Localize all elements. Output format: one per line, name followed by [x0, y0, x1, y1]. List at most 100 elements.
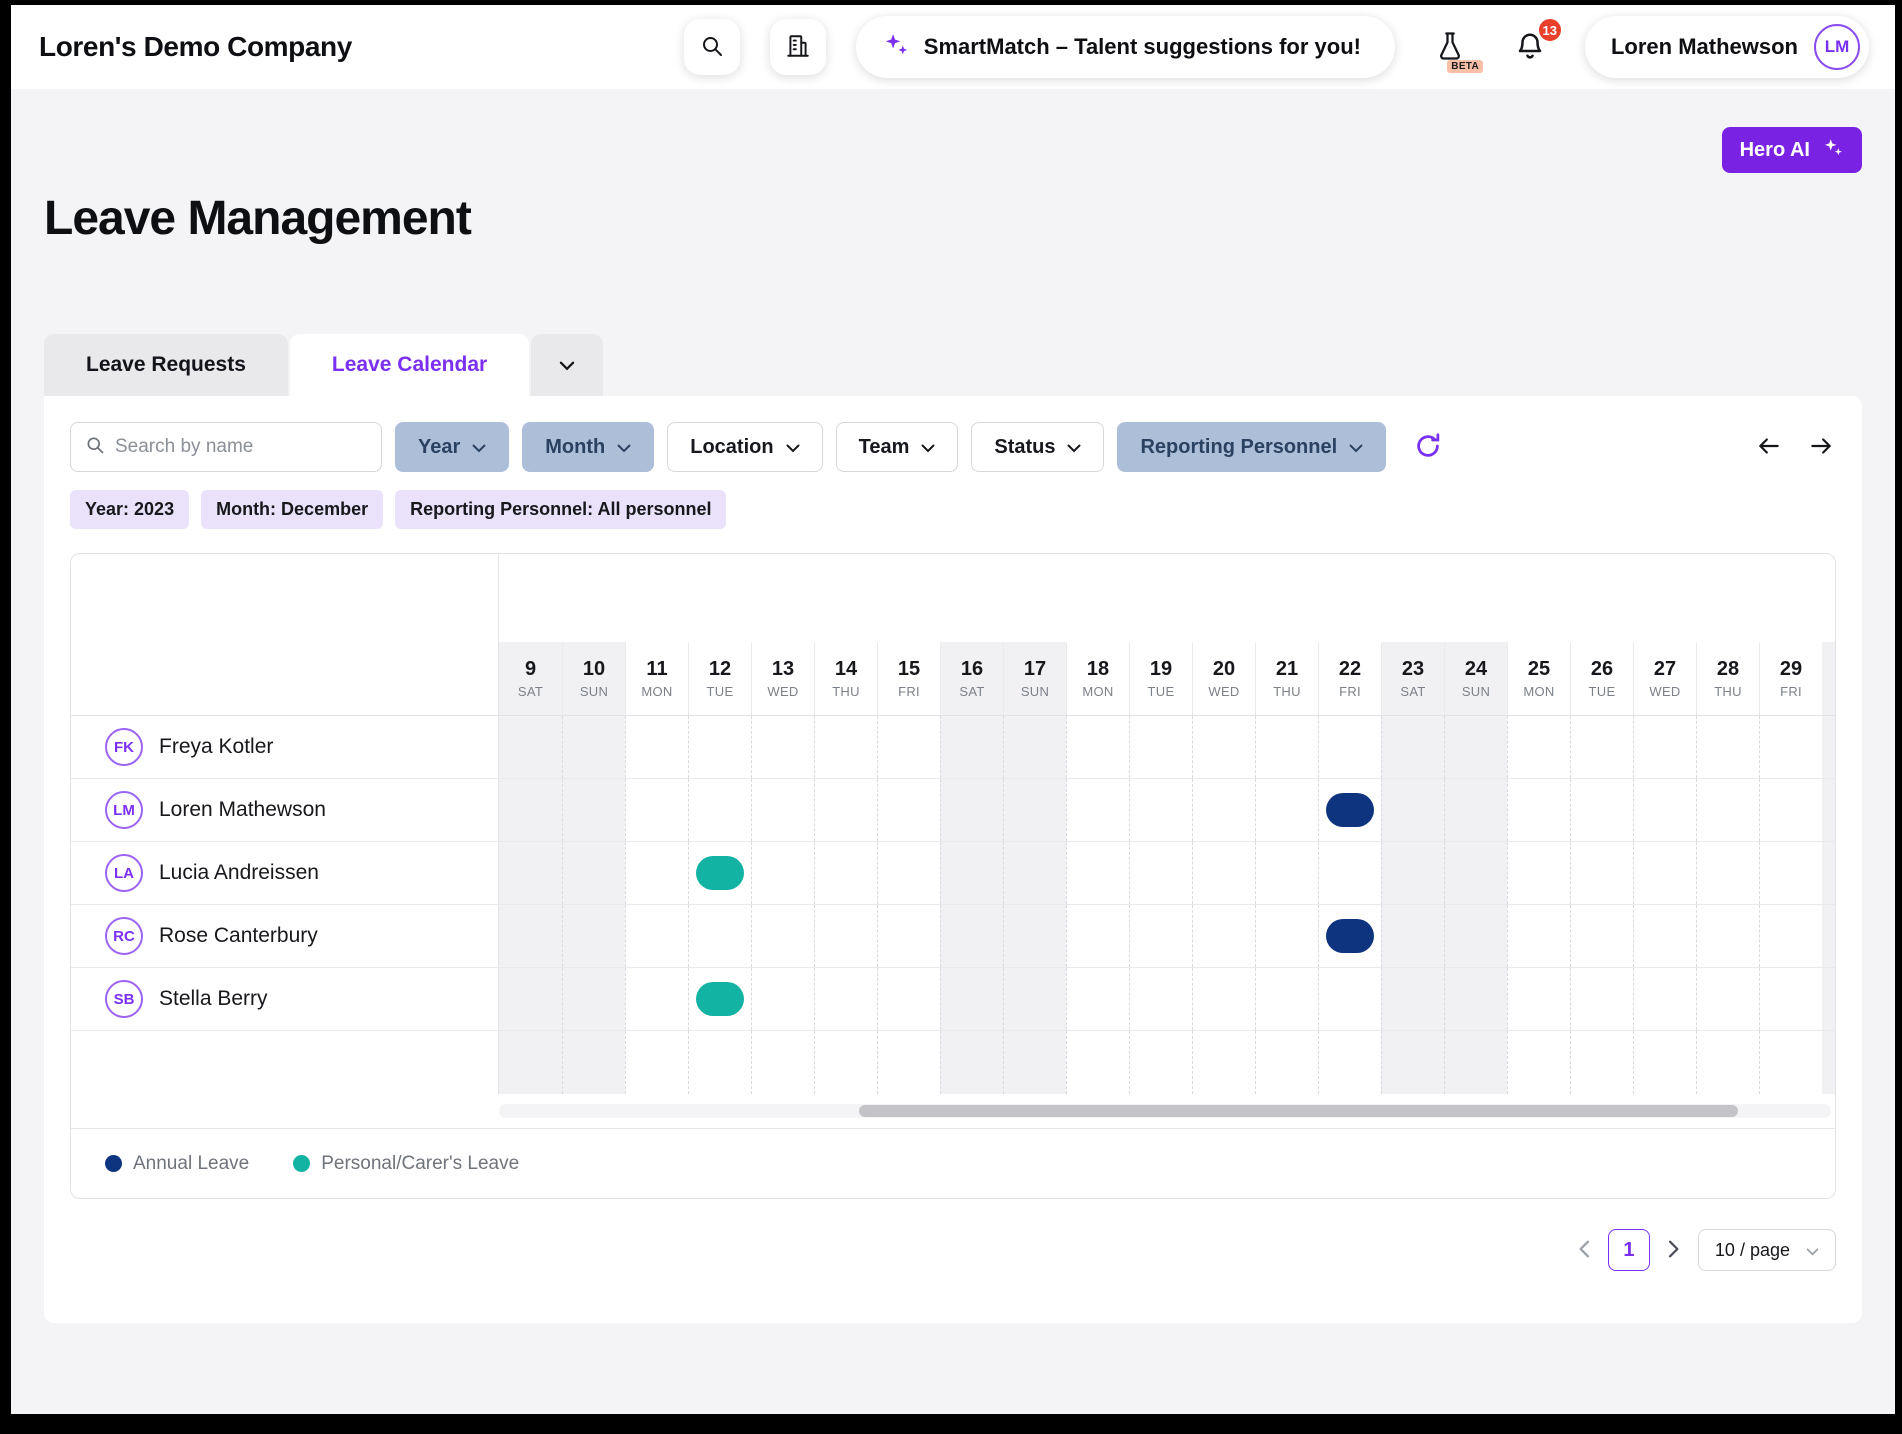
calendar-cell-RC-17[interactable]: [1003, 905, 1066, 967]
organisation-button[interactable]: [770, 19, 826, 75]
labs-beta-button[interactable]: BETA: [1425, 19, 1475, 75]
leave-pill-annual[interactable]: [1326, 919, 1374, 953]
calendar-cell-SB-20[interactable]: [1192, 968, 1255, 1030]
leave-pill-personal[interactable]: [696, 982, 744, 1016]
filter-location-dropdown[interactable]: Location: [667, 422, 822, 472]
next-page-button[interactable]: [1668, 1240, 1680, 1261]
calendar-cell-SB-19[interactable]: [1129, 968, 1192, 1030]
calendar-cell-LA-28[interactable]: [1696, 842, 1759, 904]
calendar-cell-FK-18[interactable]: [1066, 716, 1129, 778]
calendar-cell-SB-12[interactable]: [688, 968, 751, 1030]
calendar-cell-LA-12[interactable]: [688, 842, 751, 904]
calendar-cell-LA-17[interactable]: [1003, 842, 1066, 904]
calendar-cell-RC-12[interactable]: [688, 905, 751, 967]
hero-ai-button[interactable]: Hero AI: [1722, 127, 1862, 173]
calendar-cell-FK-11[interactable]: [625, 716, 688, 778]
calendar-cell-LM-21[interactable]: [1255, 779, 1318, 841]
calendar-cell-LA-24[interactable]: [1444, 842, 1507, 904]
calendar-cell-LA-29[interactable]: [1759, 842, 1822, 904]
calendar-cell-FK-17[interactable]: [1003, 716, 1066, 778]
calendar-cell-LA-13[interactable]: [751, 842, 814, 904]
calendar-cell-LM-20[interactable]: [1192, 779, 1255, 841]
calendar-cell-RC-20[interactable]: [1192, 905, 1255, 967]
calendar-cell-RC-21[interactable]: [1255, 905, 1318, 967]
next-period-button[interactable]: [1806, 433, 1836, 462]
calendar-cell-LA-11[interactable]: [625, 842, 688, 904]
calendar-cell-LA-14[interactable]: [814, 842, 877, 904]
calendar-cell-SB-28[interactable]: [1696, 968, 1759, 1030]
tab-more-dropdown[interactable]: [531, 334, 603, 396]
calendar-cell-RC-29[interactable]: [1759, 905, 1822, 967]
smartmatch-button[interactable]: SmartMatch – Talent suggestions for you!: [856, 16, 1395, 78]
calendar-cell-FK-12[interactable]: [688, 716, 751, 778]
calendar-cell-LA-15[interactable]: [877, 842, 940, 904]
calendar-cell-LM-19[interactable]: [1129, 779, 1192, 841]
calendar-cell-LA-23[interactable]: [1381, 842, 1444, 904]
calendar-cell-LA-22[interactable]: [1318, 842, 1381, 904]
calendar-cell-RC-11[interactable]: [625, 905, 688, 967]
calendar-cell-LM-15[interactable]: [877, 779, 940, 841]
calendar-cell-SB-15[interactable]: [877, 968, 940, 1030]
calendar-cell-FK-28[interactable]: [1696, 716, 1759, 778]
calendar-cell-SB-11[interactable]: [625, 968, 688, 1030]
calendar-cell-LM-27[interactable]: [1633, 779, 1696, 841]
calendar-cell-LM-10[interactable]: [562, 779, 625, 841]
leave-pill-personal[interactable]: [696, 856, 744, 890]
calendar-cell-LM-11[interactable]: [625, 779, 688, 841]
calendar-cell-LM-16[interactable]: [940, 779, 1003, 841]
calendar-cell-LM-24[interactable]: [1444, 779, 1507, 841]
calendar-cell-SB-24[interactable]: [1444, 968, 1507, 1030]
calendar-cell-RC-23[interactable]: [1381, 905, 1444, 967]
calendar-cell-FK-29[interactable]: [1759, 716, 1822, 778]
notifications-button[interactable]: 13: [1505, 19, 1555, 75]
calendar-cell-LM-26[interactable]: [1570, 779, 1633, 841]
filter-month-dropdown[interactable]: Month: [522, 422, 654, 472]
filter-team-dropdown[interactable]: Team: [836, 422, 959, 472]
calendar-cell-SB-21[interactable]: [1255, 968, 1318, 1030]
calendar-cell-FK-15[interactable]: [877, 716, 940, 778]
calendar-cell-RC-27[interactable]: [1633, 905, 1696, 967]
calendar-cell-RC-15[interactable]: [877, 905, 940, 967]
calendar-cell-RC-22[interactable]: [1318, 905, 1381, 967]
calendar-cell-SB-29[interactable]: [1759, 968, 1822, 1030]
calendar-cell-LM-29[interactable]: [1759, 779, 1822, 841]
calendar-cell-FK-20[interactable]: [1192, 716, 1255, 778]
calendar-cell-SB-18[interactable]: [1066, 968, 1129, 1030]
calendar-cell-LM-28[interactable]: [1696, 779, 1759, 841]
calendar-cell-RC-28[interactable]: [1696, 905, 1759, 967]
calendar-cell-SB-14[interactable]: [814, 968, 877, 1030]
calendar-cell-LA-10[interactable]: [562, 842, 625, 904]
calendar-cell-RC-10[interactable]: [562, 905, 625, 967]
tab-leave-calendar[interactable]: Leave Calendar: [290, 334, 529, 396]
calendar-cell-FK-19[interactable]: [1129, 716, 1192, 778]
calendar-cell-FK-25[interactable]: [1507, 716, 1570, 778]
calendar-cell-FK-22[interactable]: [1318, 716, 1381, 778]
filter-year-dropdown[interactable]: Year: [395, 422, 509, 472]
previous-period-button[interactable]: [1754, 433, 1784, 462]
calendar-cell-LM-12[interactable]: [688, 779, 751, 841]
prev-page-button[interactable]: [1578, 1240, 1590, 1261]
calendar-cell-SB-27[interactable]: [1633, 968, 1696, 1030]
calendar-cell-LA-19[interactable]: [1129, 842, 1192, 904]
filter-reporting-personnel-dropdown[interactable]: Reporting Personnel: [1117, 422, 1386, 472]
calendar-cell-SB-13[interactable]: [751, 968, 814, 1030]
calendar-cell-LM-25[interactable]: [1507, 779, 1570, 841]
horizontal-scrollbar-track[interactable]: [499, 1104, 1831, 1118]
calendar-cell-RC-18[interactable]: [1066, 905, 1129, 967]
calendar-cell-RC-14[interactable]: [814, 905, 877, 967]
calendar-cell-SB-26[interactable]: [1570, 968, 1633, 1030]
calendar-cell-LA-27[interactable]: [1633, 842, 1696, 904]
calendar-cell-LA-20[interactable]: [1192, 842, 1255, 904]
search-button[interactable]: [684, 19, 740, 75]
calendar-cell-SB-10[interactable]: [562, 968, 625, 1030]
calendar-cell-LM-23[interactable]: [1381, 779, 1444, 841]
calendar-cell-SB-23[interactable]: [1381, 968, 1444, 1030]
calendar-cell-LM-9[interactable]: [499, 779, 562, 841]
refresh-button[interactable]: [1413, 431, 1443, 464]
calendar-cell-FK-26[interactable]: [1570, 716, 1633, 778]
calendar-cell-RC-16[interactable]: [940, 905, 1003, 967]
calendar-cell-LM-14[interactable]: [814, 779, 877, 841]
calendar-cell-RC-9[interactable]: [499, 905, 562, 967]
calendar-cell-LM-18[interactable]: [1066, 779, 1129, 841]
calendar-cell-SB-25[interactable]: [1507, 968, 1570, 1030]
